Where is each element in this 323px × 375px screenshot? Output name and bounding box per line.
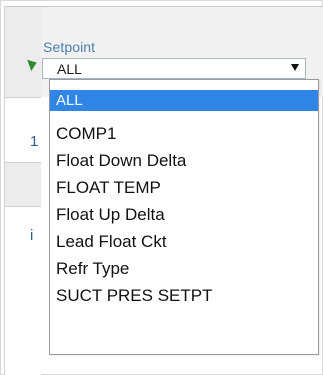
row-cell (5, 162, 41, 206)
setpoint-label: Setpoint (43, 39, 96, 55)
option-all[interactable]: ALL (50, 90, 318, 111)
setpoint-dropdown-list: ALL COMP1 Float Down Delta FLOAT TEMP Fl… (49, 79, 319, 355)
setpoint-select[interactable]: ALL (42, 58, 306, 79)
option-suct-pres-setpt[interactable]: SUCT PRES SETPT (56, 285, 213, 307)
option-float-down-delta[interactable]: Float Down Delta (56, 150, 186, 172)
option-refr-type[interactable]: Refr Type (56, 258, 129, 280)
row-separator (5, 206, 41, 207)
option-comp1[interactable]: COMP1 (56, 123, 116, 145)
row-separator (5, 162, 41, 163)
row-item[interactable]: 1 (30, 133, 42, 151)
option-float-up-delta[interactable]: Float Up Delta (56, 204, 165, 226)
row-item[interactable]: i (30, 227, 42, 245)
row-separator (5, 97, 41, 98)
option-lead-float-ckt[interactable]: Lead Float Ckt (56, 231, 167, 253)
dropdown-arrow-icon[interactable] (291, 64, 299, 71)
option-float-temp[interactable]: FLOAT TEMP (56, 177, 161, 199)
header-cell (5, 7, 41, 97)
selected-value: ALL (57, 61, 82, 77)
